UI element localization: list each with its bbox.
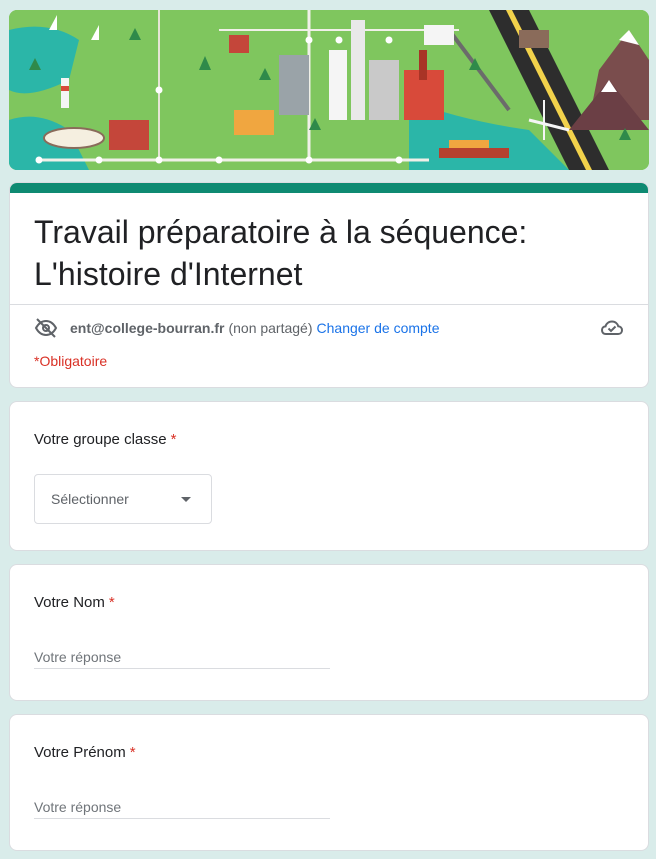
select-placeholder: Sélectionner	[51, 491, 129, 507]
question-title: Votre Nom	[34, 594, 105, 611]
header-accent-bar	[10, 183, 648, 193]
question-label: Votre Nom *	[34, 594, 115, 611]
cloud-done-icon	[600, 320, 624, 335]
nom-input[interactable]	[34, 645, 330, 669]
prenom-input[interactable]	[34, 795, 330, 819]
eye-off-icon	[34, 318, 58, 338]
header-banner-image	[9, 10, 649, 170]
header-divider	[10, 304, 648, 305]
question-title: Votre groupe classe	[34, 431, 167, 448]
account-email: ent@college-bourran.fr	[70, 320, 225, 336]
groupe-classe-select[interactable]: Sélectionner	[34, 474, 212, 524]
required-star: *	[108, 594, 115, 611]
question-card-groupe-classe: Votre groupe classe * Sélectionner	[9, 401, 649, 551]
form-title-line2: L'histoire d'Internet	[34, 256, 303, 292]
caret-down-icon	[181, 497, 191, 502]
question-title: Votre Prénom	[34, 744, 126, 761]
required-star: *	[170, 431, 177, 448]
question-label: Votre Prénom *	[34, 744, 136, 761]
switch-account-link[interactable]: Changer de compte	[317, 320, 440, 336]
account-row: ent@college-bourran.fr (non partagé) Cha…	[34, 316, 624, 340]
question-label: Votre groupe classe *	[34, 431, 176, 448]
required-note: *Obligatoire	[34, 353, 108, 369]
form-title: Travail préparatoire à la séquence: L'hi…	[10, 193, 648, 295]
account-shared-status: (non partagé)	[228, 320, 313, 336]
form-header-card: Travail préparatoire à la séquence: L'hi…	[9, 182, 649, 388]
question-card-prenom: Votre Prénom *	[9, 714, 649, 851]
question-card-nom: Votre Nom *	[9, 564, 649, 701]
required-star: *	[129, 744, 136, 761]
form-title-line1: Travail préparatoire à la séquence:	[34, 214, 528, 250]
